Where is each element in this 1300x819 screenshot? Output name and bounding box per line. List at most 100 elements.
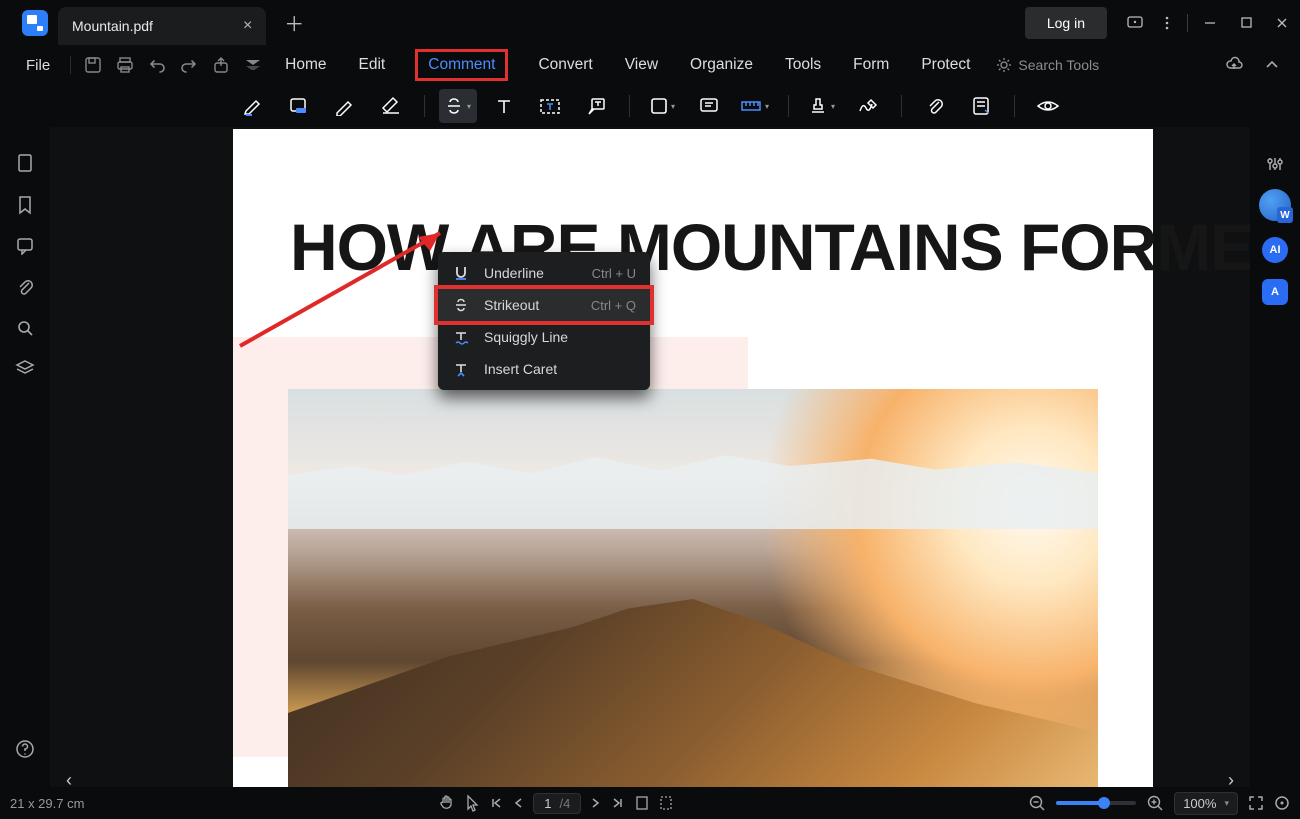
dropdown-label: Underline — [484, 265, 544, 281]
callout-tool[interactable] — [577, 89, 615, 123]
stamp-tool[interactable]: ▾ — [803, 89, 841, 123]
attachments-panel-icon[interactable] — [16, 277, 34, 297]
search-tools[interactable]: Search Tools — [996, 57, 1099, 73]
area-highlight-tool[interactable] — [280, 89, 318, 123]
comments-panel-icon[interactable] — [16, 237, 34, 255]
tab-convert[interactable]: Convert — [536, 52, 594, 78]
prev-page-icon[interactable] — [513, 796, 523, 810]
pager: 1 /4 — [439, 793, 673, 814]
dropdown-squiggly[interactable]: Squiggly Line — [438, 321, 650, 353]
help-icon[interactable] — [15, 739, 35, 759]
new-tab-button[interactable]: ＋ — [284, 8, 304, 37]
zoom-value: 100% — [1183, 796, 1216, 811]
more-icon[interactable] — [1151, 7, 1183, 39]
collapse-ribbon-icon[interactable] — [1256, 49, 1288, 81]
page-layout2-icon[interactable] — [659, 795, 673, 811]
underline-dropdown-menu: Underline Ctrl + U Strikeout Ctrl + Q Sq… — [438, 252, 650, 390]
tab-view[interactable]: View — [623, 52, 660, 78]
user-avatar[interactable]: W — [1259, 189, 1291, 221]
hide-comments-tool[interactable] — [1029, 89, 1067, 123]
share-icon[interactable] — [205, 49, 237, 81]
left-sidebar — [0, 127, 50, 787]
first-page-icon[interactable] — [489, 796, 503, 810]
message-icon[interactable] — [1119, 7, 1151, 39]
print-icon[interactable] — [109, 49, 141, 81]
next-page-icon[interactable] — [591, 796, 601, 810]
comment-list-tool[interactable] — [962, 89, 1000, 123]
textbox-tool[interactable] — [531, 89, 569, 123]
cloud-upload-icon[interactable] — [1218, 49, 1250, 81]
underline-icon — [452, 265, 470, 281]
dropdown-label: Squiggly Line — [484, 329, 568, 345]
prev-page-overlay[interactable]: ‹ — [66, 770, 72, 787]
thumbnails-icon[interactable] — [16, 153, 34, 173]
shape-tool[interactable]: ▾ — [644, 89, 682, 123]
document-heading: HOW ARE MOUNTAINS FORMED? — [290, 209, 1250, 285]
bookmarks-icon[interactable] — [17, 195, 33, 215]
page-total: /4 — [560, 796, 571, 811]
close-tab-icon[interactable]: × — [243, 17, 252, 35]
minimize-button[interactable] — [1192, 7, 1228, 39]
zoom-select[interactable]: 100% ▾ — [1174, 792, 1238, 815]
tab-organize[interactable]: Organize — [688, 52, 755, 78]
hand-tool-icon[interactable] — [439, 794, 455, 812]
properties-icon[interactable] — [1266, 155, 1284, 173]
text-tool[interactable] — [485, 89, 523, 123]
last-page-icon[interactable] — [611, 796, 625, 810]
page-input[interactable]: 1 /4 — [533, 793, 581, 814]
app-logo — [22, 10, 48, 36]
main-area: HOW ARE MOUNTAINS FORMED? Underline Ctrl… — [0, 127, 1300, 787]
tab-form[interactable]: Form — [851, 52, 891, 78]
layers-icon[interactable] — [15, 359, 35, 377]
undo-icon[interactable] — [141, 49, 173, 81]
next-page-overlay[interactable]: › — [1228, 770, 1234, 787]
statusbar: 21 x 29.7 cm 1 /4 100% ▾ — [0, 787, 1300, 819]
dropdown-label: Strikeout — [484, 297, 539, 313]
highlight-tool[interactable] — [234, 89, 272, 123]
titlebar: Mountain.pdf × ＋ Log in — [0, 0, 1300, 45]
document-viewport[interactable]: HOW ARE MOUNTAINS FORMED? Underline Ctrl… — [50, 127, 1250, 787]
eraser-tool[interactable] — [372, 89, 410, 123]
dropdown-shortcut: Ctrl + U — [592, 266, 636, 281]
select-tool-icon[interactable] — [465, 794, 479, 812]
signature-tool[interactable] — [849, 89, 887, 123]
squiggly-icon — [452, 329, 470, 345]
tab-title: Mountain.pdf — [72, 18, 153, 34]
menu-tabs: Home Edit Comment Convert View Organize … — [283, 49, 972, 81]
attachment-tool[interactable] — [916, 89, 954, 123]
page-current: 1 — [544, 796, 551, 811]
document-tab[interactable]: Mountain.pdf × — [58, 7, 266, 45]
ai-assistant-icon[interactable]: AI — [1262, 237, 1288, 263]
quick-actions-icon[interactable] — [237, 49, 269, 81]
zoom-out-icon[interactable] — [1028, 794, 1046, 812]
dropdown-insert-caret[interactable]: Insert Caret — [438, 353, 650, 385]
pencil-tool[interactable] — [326, 89, 364, 123]
close-window-button[interactable] — [1264, 7, 1300, 39]
fullscreen-icon[interactable] — [1248, 795, 1264, 811]
fit-icon[interactable] — [1274, 795, 1290, 811]
page-dimensions: 21 x 29.7 cm — [10, 796, 84, 811]
search-tools-label: Search Tools — [1018, 57, 1099, 73]
maximize-button[interactable] — [1228, 7, 1264, 39]
avatar-badge: W — [1277, 207, 1293, 223]
translate-icon[interactable]: A — [1262, 279, 1288, 305]
zoom-in-icon[interactable] — [1146, 794, 1164, 812]
strikeout-tool-dropdown[interactable]: ▾ — [439, 89, 477, 123]
redo-icon[interactable] — [173, 49, 205, 81]
search-panel-icon[interactable] — [16, 319, 34, 337]
tab-protect[interactable]: Protect — [919, 52, 972, 78]
strikeout-icon — [452, 297, 470, 313]
save-icon[interactable] — [77, 49, 109, 81]
zoom-slider[interactable] — [1056, 801, 1136, 805]
tab-tools[interactable]: Tools — [783, 52, 823, 78]
file-menu[interactable]: File — [12, 57, 64, 74]
note-tool[interactable] — [690, 89, 728, 123]
page: HOW ARE MOUNTAINS FORMED? — [233, 129, 1153, 787]
measure-tool[interactable]: ▾ — [736, 89, 774, 123]
tab-edit[interactable]: Edit — [357, 52, 388, 78]
tab-comment[interactable]: Comment — [415, 49, 508, 81]
page-layout1-icon[interactable] — [635, 795, 649, 811]
login-button[interactable]: Log in — [1025, 7, 1107, 39]
dropdown-strikeout[interactable]: Strikeout Ctrl + Q — [434, 285, 654, 325]
tab-home[interactable]: Home — [283, 52, 328, 78]
